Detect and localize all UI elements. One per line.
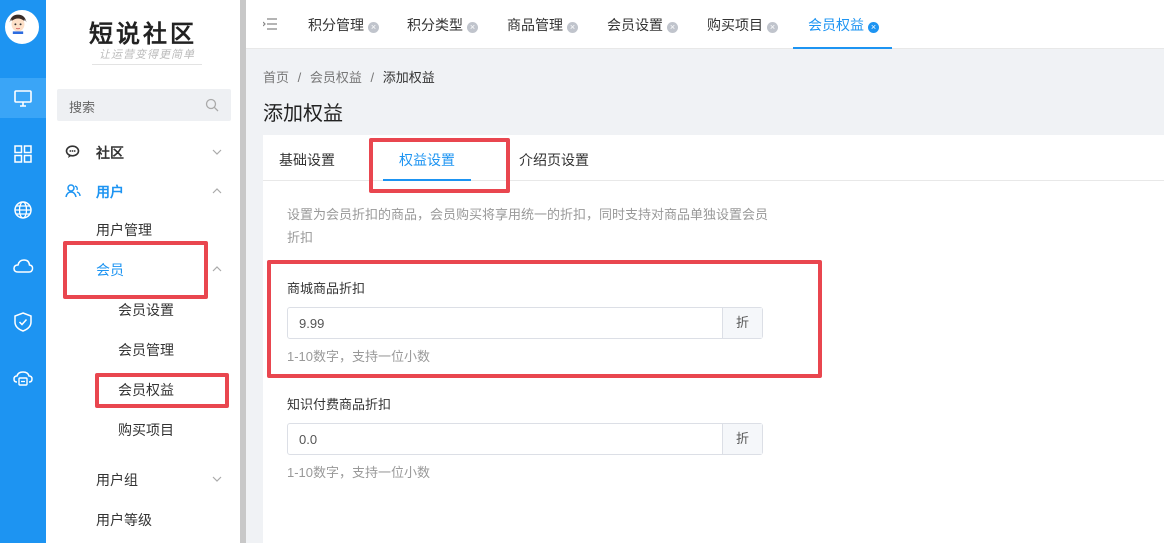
sidebar-item-label: 社区 <box>96 145 124 161</box>
sidebar-item-user-management[interactable]: 用户管理 <box>46 218 240 242</box>
sidebar-item-user-groups[interactable]: 用户组 <box>46 468 240 492</box>
avatar[interactable] <box>5 10 39 44</box>
shield-check-icon[interactable] <box>0 302 46 342</box>
chevron-up-icon <box>212 188 222 194</box>
cloud-icon[interactable] <box>0 246 46 286</box>
search-input[interactable]: 搜索 <box>57 89 231 121</box>
sidebar-item-purchase-items[interactable]: 购买项目 <box>46 418 240 442</box>
knowledge-discount-value: 0.0 <box>299 432 318 447</box>
sidebar-item-label: 用户等级 <box>96 512 152 528</box>
avatar-face-icon <box>7 12 29 34</box>
tab-product-management[interactable]: 商品管理 × <box>507 0 578 49</box>
close-icon[interactable]: × <box>567 22 578 33</box>
brand-subtitle: 让运营变得更简单 <box>92 46 202 65</box>
tab-label: 会员权益 <box>808 17 864 33</box>
brand-title: 短说社区 <box>89 19 197 48</box>
tab-label: 购买项目 <box>707 17 763 33</box>
chevron-up-icon <box>212 266 222 272</box>
knowledge-discount-label: 知识付费商品折扣 <box>287 397 392 412</box>
highlight-box-rights-tab <box>369 138 510 193</box>
close-icon[interactable]: × <box>767 22 778 33</box>
monitor-icon[interactable] <box>0 78 46 118</box>
tab-label: 商品管理 <box>507 17 563 33</box>
globe-icon[interactable] <box>0 190 46 230</box>
search-placeholder: 搜索 <box>69 100 96 115</box>
knowledge-discount-input[interactable]: 0.0 折 <box>287 423 763 455</box>
highlight-box-member-rights <box>95 373 229 408</box>
chevron-down-icon <box>212 476 222 482</box>
cloud-settings-icon[interactable] <box>0 358 46 398</box>
tab-points-management[interactable]: 积分管理 × <box>308 0 379 49</box>
breadcrumb-separator: / <box>370 70 375 85</box>
close-icon[interactable]: × <box>667 22 678 33</box>
grid-icon[interactable] <box>0 134 46 174</box>
breadcrumb-current: 添加权益 <box>382 70 435 85</box>
sidebar-item-label: 用户组 <box>96 472 138 488</box>
tab-member-settings[interactable]: 会员设置 × <box>607 0 678 49</box>
knowledge-discount-unit: 折 <box>722 424 762 454</box>
sidebar-item-label: 购买项目 <box>118 422 174 438</box>
tab-label: 积分类型 <box>407 17 463 33</box>
sidebar-item-label: 用户 <box>96 184 124 200</box>
highlight-box-mall-discount <box>267 260 822 378</box>
breadcrumb-member-rights[interactable]: 会员权益 <box>310 70 362 85</box>
tab-intro-page-settings[interactable]: 介绍页设置 <box>519 150 589 170</box>
sidebar-item-member-management[interactable]: 会员管理 <box>46 338 240 362</box>
settings-description: 设置为会员折扣的商品，会员购买将享用统一的折扣，同时支持对商品单独设置会员折扣 <box>287 207 769 245</box>
tab-label: 会员设置 <box>607 17 663 33</box>
breadcrumb: 首页 / 会员权益 / 添加权益 <box>263 67 435 86</box>
tab-points-types[interactable]: 积分类型 × <box>407 0 478 49</box>
tab-basic-settings[interactable]: 基础设置 <box>279 150 335 170</box>
highlight-box-member <box>63 241 208 299</box>
chat-bubbles-icon <box>65 145 80 158</box>
breadcrumb-separator: / <box>297 70 302 85</box>
top-tab-bar: 积分管理 × 积分类型 × 商品管理 × 会员设置 × 购买项目 × 会员权益 × <box>246 0 1164 49</box>
tab-label: 积分管理 <box>308 17 364 33</box>
tab-member-rights[interactable]: 会员权益 × <box>793 0 892 49</box>
users-icon <box>65 184 81 198</box>
close-icon[interactable]: × <box>868 22 879 33</box>
icon-rail <box>0 0 46 543</box>
tab-purchase-items[interactable]: 购买项目 × <box>707 0 778 49</box>
sidebar-item-label: 用户管理 <box>96 222 152 238</box>
menu-fold-icon[interactable] <box>263 17 277 31</box>
close-icon[interactable]: × <box>368 22 379 33</box>
knowledge-discount-hint: 1-10数字，支持一位小数 <box>287 465 431 480</box>
sidebar-item-member-settings[interactable]: 会员设置 <box>46 298 240 322</box>
sidebar-item-label: 会员设置 <box>118 302 174 318</box>
breadcrumb-home[interactable]: 首页 <box>263 70 289 85</box>
close-icon[interactable]: × <box>467 22 478 33</box>
chevron-down-icon <box>212 149 222 155</box>
page-title: 添加权益 <box>263 103 343 125</box>
sidebar-item-community[interactable]: 社区 <box>46 141 240 165</box>
search-icon <box>205 98 219 112</box>
sidebar-item-users[interactable]: 用户 <box>46 180 240 204</box>
sidebar-item-user-levels[interactable]: 用户等级 <box>46 508 240 532</box>
sidebar-item-label: 会员管理 <box>118 342 174 358</box>
